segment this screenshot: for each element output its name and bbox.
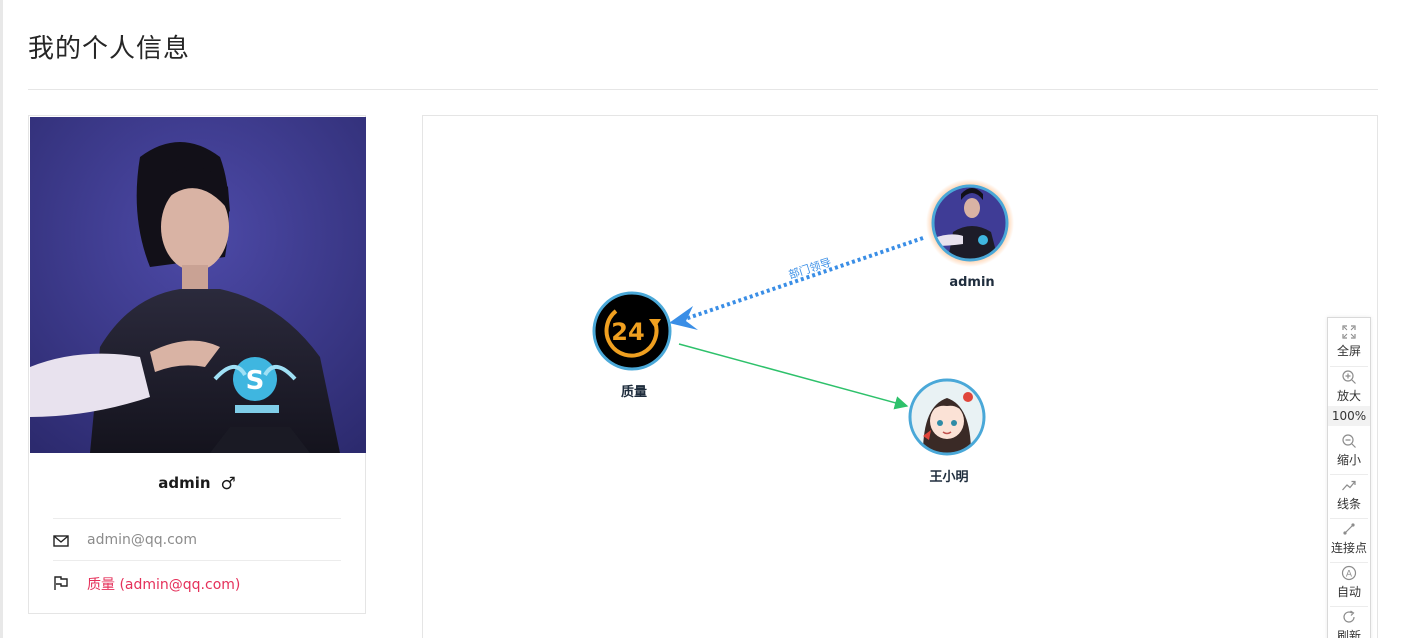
flag-icon <box>54 576 68 590</box>
mail-icon <box>53 535 69 547</box>
refresh-button[interactable]: 刷新 <box>1328 609 1370 638</box>
relationship-graph[interactable]: 部门领导 admin 24 质量 王小明 <box>423 116 1378 638</box>
refresh-icon <box>1343 610 1355 623</box>
profile-photo: S <box>30 117 366 453</box>
zoom-out-button[interactable]: 缩小 <box>1328 433 1370 468</box>
connect-points-button[interactable]: 连接点 <box>1328 521 1370 556</box>
email-row: admin@qq.com <box>53 532 341 552</box>
toolbar-divider <box>1330 518 1368 519</box>
refresh-label: 刷新 <box>1336 629 1361 638</box>
profile-name: admin <box>158 474 211 492</box>
auto-icon: A <box>1341 565 1357 581</box>
toolbar-divider <box>1330 366 1368 367</box>
info-divider <box>53 518 341 519</box>
info-divider <box>53 560 341 561</box>
page-title: 我的个人信息 <box>28 34 191 64</box>
department-text: 质量 (admin@qq.com) <box>87 577 241 593</box>
graph-node-wang[interactable]: 王小明 <box>908 378 986 485</box>
left-border <box>0 0 3 638</box>
node-label-wang: 王小明 <box>929 470 968 485</box>
auto-layout-button[interactable]: A 自动 <box>1328 565 1370 600</box>
svg-text:A: A <box>1346 570 1353 580</box>
email-text: admin@qq.com <box>87 532 197 548</box>
edge-quality-to-wang[interactable] <box>678 343 909 410</box>
graph-toolbar: 全屏 放大 100% 缩小 线条 连接点 A 自动 刷新 <box>1327 317 1371 638</box>
relationship-graph-panel[interactable]: 部门领导 admin 24 质量 王小明 <box>422 115 1378 638</box>
connect-points-label: 连接点 <box>1330 541 1367 555</box>
auto-label: 自动 <box>1336 585 1361 599</box>
zoom-in-icon <box>1342 370 1356 384</box>
toolbar-divider <box>1330 606 1368 607</box>
zoom-in-button[interactable]: 放大 <box>1328 369 1370 404</box>
connect-point-icon <box>1343 523 1355 535</box>
fullscreen-button[interactable]: 全屏 <box>1328 324 1370 359</box>
fullscreen-icon <box>1342 325 1356 339</box>
profile-photo-image: S <box>30 117 366 453</box>
profile-card: S admin ♂ admin@qq.com 质量 (admin@qq.com) <box>28 115 366 614</box>
graph-node-admin[interactable]: admin <box>926 179 1014 290</box>
profile-name-row: admin ♂ <box>29 474 365 494</box>
zoom-out-icon <box>1342 434 1356 448</box>
lines-label: 线条 <box>1336 497 1361 511</box>
edge-label-department-leader: 部门领导 <box>787 255 833 282</box>
male-gender-icon: ♂ <box>220 474 236 494</box>
lines-button[interactable]: 线条 <box>1328 477 1370 512</box>
department-row: 质量 (admin@qq.com) <box>53 574 341 594</box>
svg-text:S: S <box>246 366 265 396</box>
24-hour-icon: 24 <box>611 318 644 346</box>
zoom-level-readout: 100% <box>1328 406 1370 426</box>
trend-line-icon <box>1342 480 1356 491</box>
zoom-in-label: 放大 <box>1336 389 1361 403</box>
edge-admin-to-quality[interactable]: 部门领导 <box>669 236 924 330</box>
node-label-quality: 质量 <box>621 384 647 400</box>
graph-node-quality[interactable]: 24 质量 <box>592 291 672 400</box>
title-divider <box>28 89 1378 90</box>
toolbar-divider <box>1330 474 1368 475</box>
zoom-out-label: 缩小 <box>1336 453 1361 467</box>
node-label-admin: admin <box>949 275 994 290</box>
fullscreen-label: 全屏 <box>1336 344 1361 358</box>
toolbar-divider <box>1330 562 1368 563</box>
